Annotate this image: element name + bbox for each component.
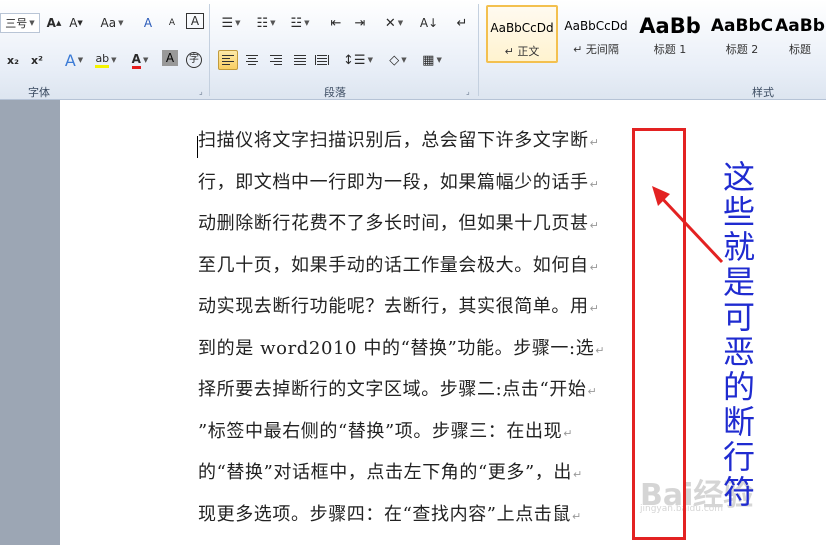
text-line: 的“替换”对话框中，点击左下角的“更多”，出↵ [198,462,583,483]
font-size-value: 三号 [5,17,28,30]
line-spacing-button[interactable]: ↕☰ ▼ [343,50,373,70]
superscript-button[interactable]: x² [28,50,46,70]
bullets-button[interactable]: ☰ ▼ [218,13,244,33]
numbering-button[interactable]: ☷ ▼ [252,13,280,33]
phonetic-guide-button[interactable]: A [162,13,182,33]
line-break-mark-icon: ↵ [589,302,600,315]
line-break-mark-icon: ↵ [589,260,600,274]
font-color-button[interactable]: A ▼ [126,50,154,70]
ribbon: 三号 ▼ A ▲ A ▼ Aa ▼ A A A x₂ x² A ▼ ab ▼ A ▼ A 字 … [0,0,826,100]
text-line: 现更多选项。步骤四：在“查找内容”上点击鼠↵ [198,503,582,525]
multilevel-list-button[interactable]: ☳ ▼ [286,13,314,33]
text-line: 行，即文档中一行即为一段，如果篇幅少的话手↵ [198,171,600,193]
group-divider [478,4,479,96]
decrease-indent-button[interactable]: ⇤ [326,13,346,33]
annotation-char: 符 [722,473,755,511]
text-line: 择所要去掉断行的文字区域。步骤二:点击“开始↵ [198,379,598,400]
justify-button[interactable] [290,50,310,70]
increase-indent-button[interactable]: ⇥ [350,13,370,33]
sort-button[interactable]: A↓ [418,13,440,33]
show-marks-button[interactable]: ↵ [452,13,472,33]
style-normal[interactable]: AaBbCcDd ↵ 正文 [486,5,558,63]
style-heading-1[interactable]: AaBb 标题 1 [634,5,706,63]
font-dialog-launcher-icon[interactable]: ⌟ [199,87,203,96]
shrink-font-button[interactable]: A ▼ [66,13,86,33]
document-text[interactable]: 扫描仪将文字扫描识别后，总会留下许多文字断↵ 行，即文档中一行即为一段，如果篇幅… [198,126,668,541]
align-center-button[interactable] [242,50,262,70]
align-left-button[interactable] [218,50,238,70]
line-break-mark-icon: ↵ [563,426,574,440]
style-no-spacing[interactable]: AaBbCcDd ↵ 无间隔 [560,5,632,63]
paragraph-group-label: 段落 [324,86,346,99]
character-shading-button[interactable]: A [162,50,178,66]
text-line: 动删除断行花费不了多长时间，但如果十几页甚↵ [198,213,600,234]
shading-button[interactable]: ◇ ▼ [384,50,412,70]
text-line: 到的是 word2010 中的“替换”功能。步骤一:选↵ [198,337,606,359]
align-right-button[interactable] [266,50,286,70]
text-line: 动实现去断行功能呢？去断行，其实很简单。用↵ [198,296,600,317]
line-break-mark-icon: ↵ [573,468,583,481]
paragraph-dialog-launcher-icon[interactable]: ⌟ [466,87,470,96]
line-break-mark-icon: ↵ [595,343,606,357]
character-border-button[interactable]: A [186,13,204,29]
line-break-mark-icon: ↵ [589,177,600,191]
line-break-mark-icon: ↵ [587,385,598,398]
chevron-down-icon: ▼ [29,19,35,27]
styles-gallery: AaBbCcDd ↵ 正文 AaBbCcDd ↵ 无间隔 AaBb 标题 1 A… [484,5,826,65]
clear-format-button[interactable]: A [138,13,158,33]
font-group-label: 字体 [28,86,50,99]
line-break-mark-icon: ↵ [589,136,600,149]
text-effects-button[interactable]: A ▼ [60,50,88,70]
change-case-button[interactable]: Aa ▼ [98,13,126,33]
highlight-button[interactable]: ab ▼ [92,50,120,70]
line-break-mark-icon: ↵ [572,509,582,523]
text-line: 扫描仪将文字扫描识别后，总会留下许多文字断↵ [198,130,600,151]
subscript-button[interactable]: x₂ [4,50,22,70]
styles-group-label: 样式 [752,86,774,99]
borders-button[interactable]: ▦ ▼ [418,50,446,70]
chinese-layout-button[interactable]: ✕ ▼ [380,13,408,33]
enclose-characters-button[interactable]: 字 [184,50,204,70]
distributed-button[interactable] [312,50,332,70]
line-break-mark-icon: ↵ [589,219,600,232]
group-divider [209,4,210,96]
style-title[interactable]: AaBb 标题 [774,5,826,63]
annotation-text: 这 些 就 是 可 恶 的 断 行 符 [714,160,764,510]
grow-font-button[interactable]: A ▲ [44,13,64,33]
text-line: ”标签中最右侧的“替换”项。步骤三：在出现↵ [198,420,574,442]
text-line: 至几十页，如果手动的话工作量会极大。如何自↵ [198,254,600,276]
style-heading-2[interactable]: AaBbC 标题 2 [706,5,778,63]
font-size-select[interactable]: 三号 ▼ [0,13,40,33]
